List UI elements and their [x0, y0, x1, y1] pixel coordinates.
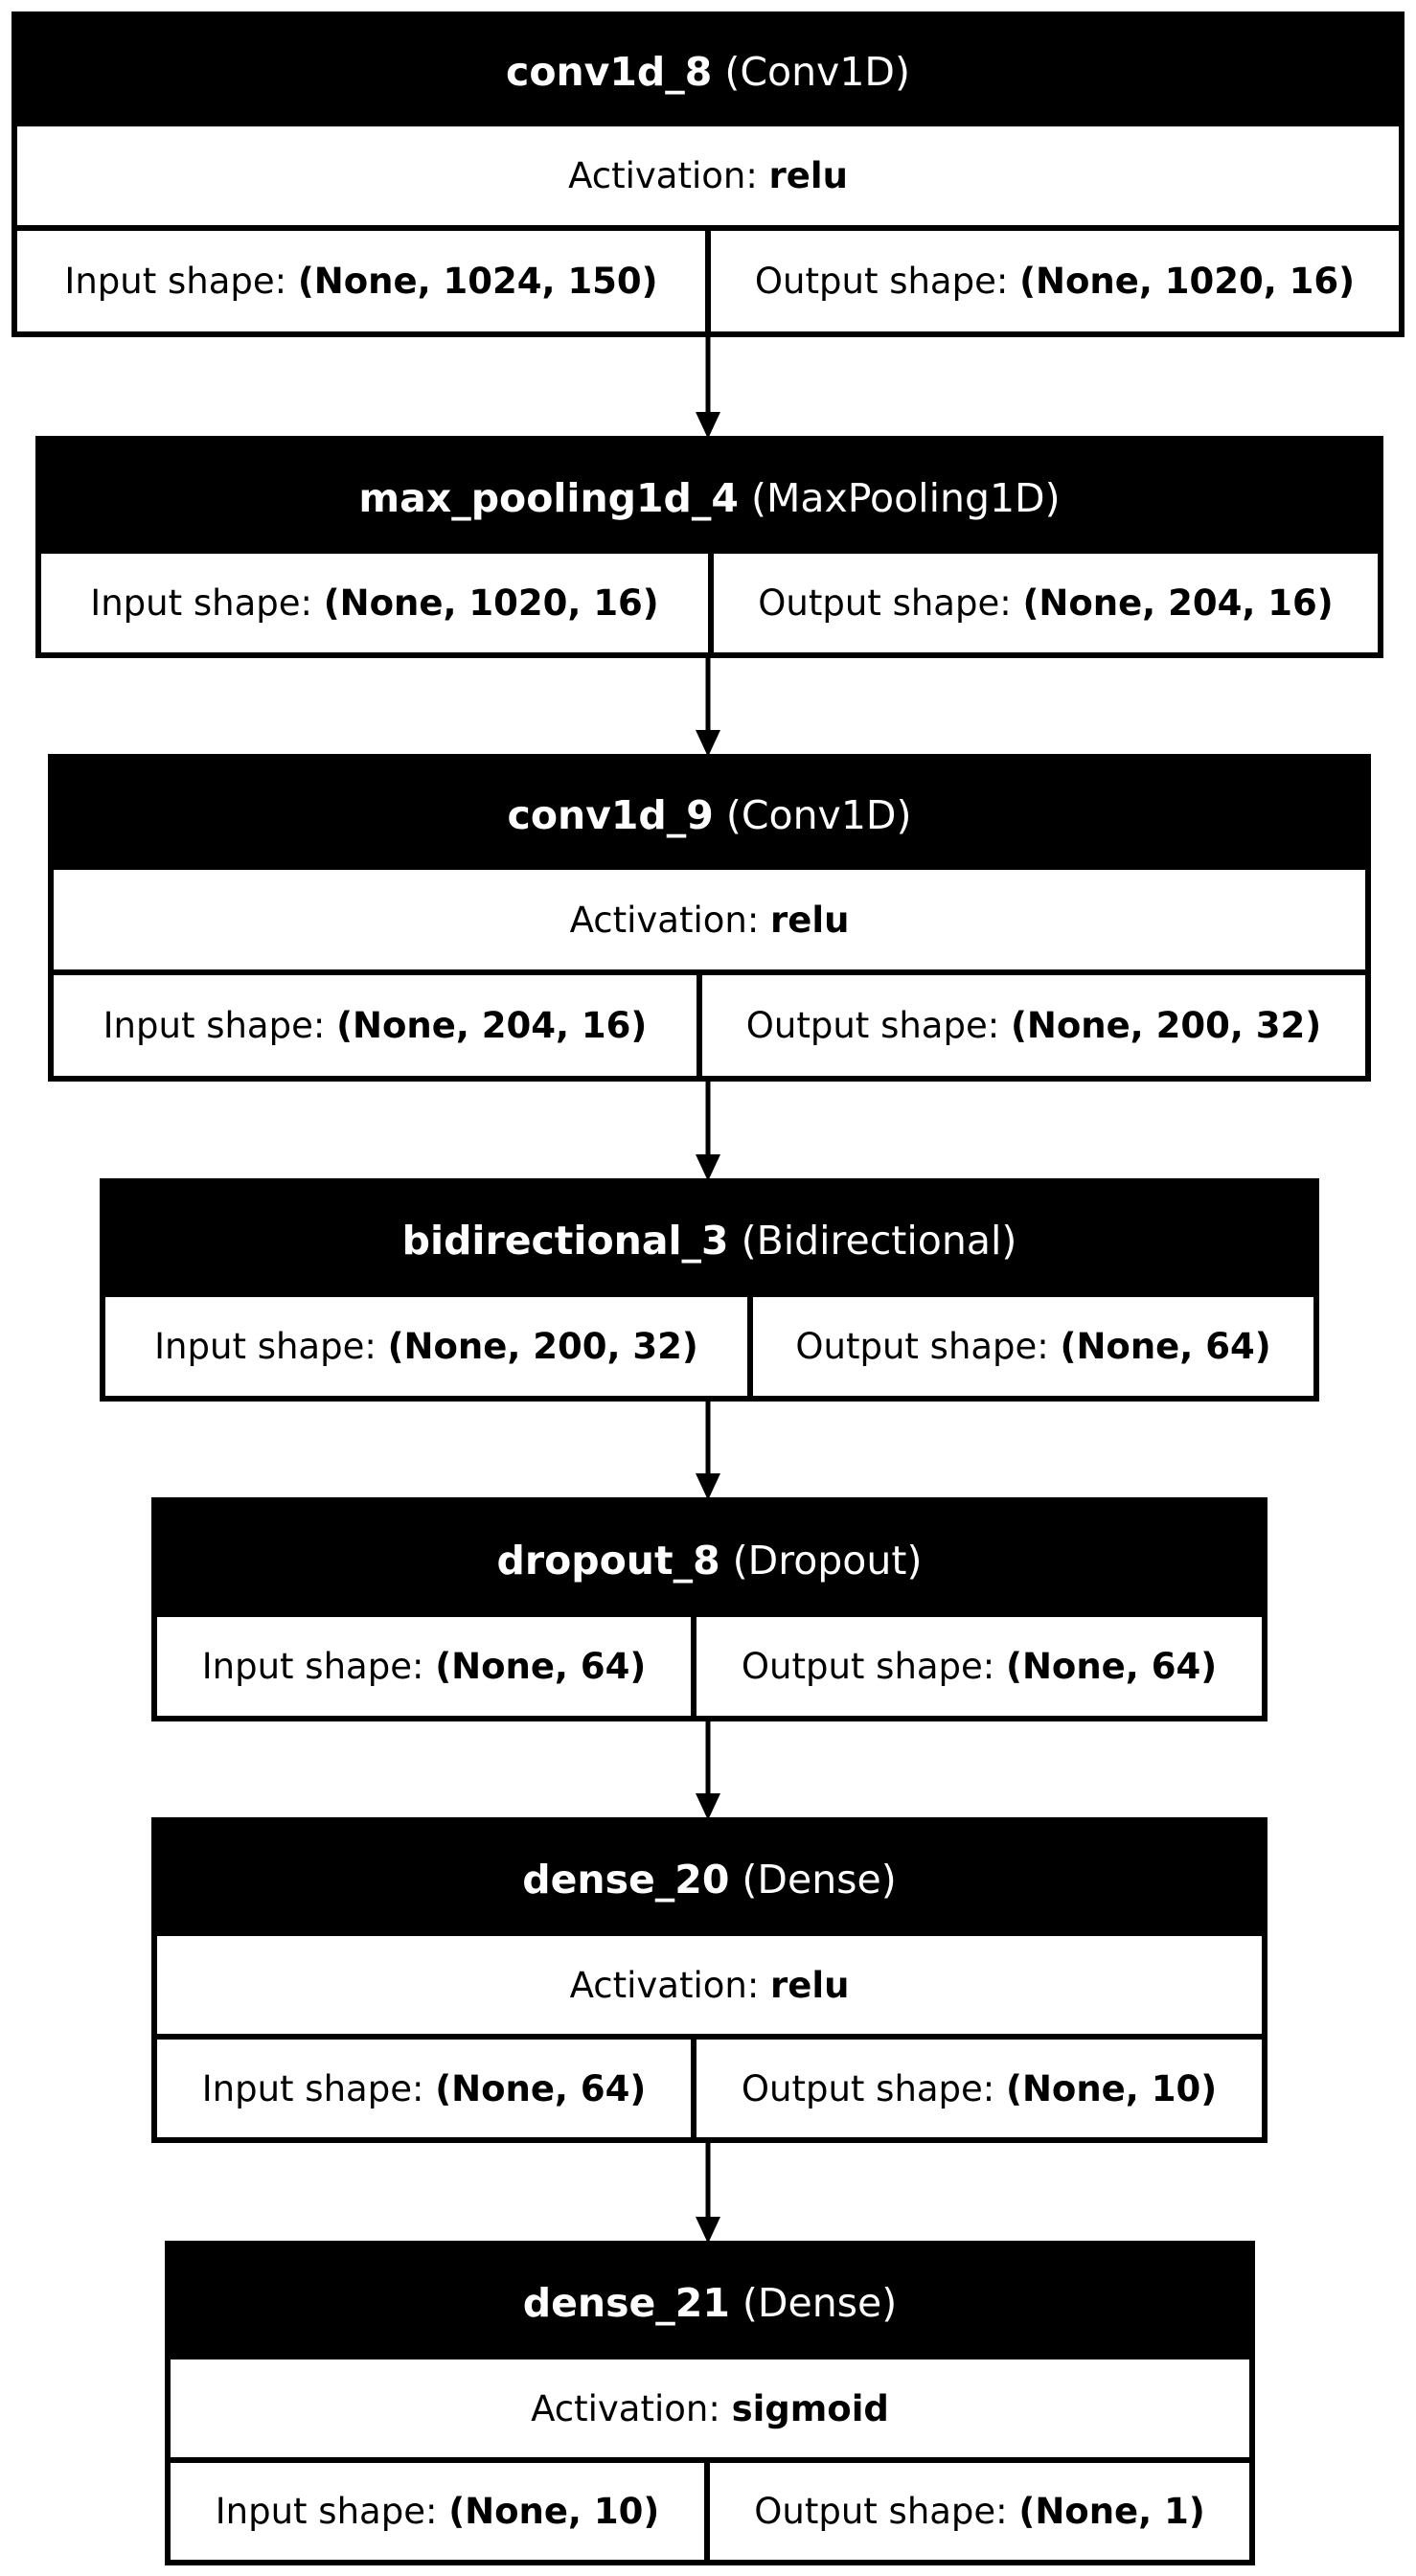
- output-shape-cell: Output shape: (None, 200, 32): [702, 975, 1365, 1076]
- output-shape-label: Output shape:: [754, 261, 1009, 302]
- layer-header: conv1d_8 (Conv1D): [17, 17, 1399, 126]
- layer-header: dropout_8 (Dropout): [157, 1503, 1262, 1617]
- output-shape-cell: Output shape: (None, 64): [697, 1617, 1262, 1716]
- output-shape-value: (None, 1): [1018, 2491, 1205, 2532]
- shape-row: Input shape: (None, 200, 32) Output shap…: [105, 1297, 1313, 1396]
- layer-type: (Dense): [742, 1857, 897, 1903]
- output-shape-label: Output shape:: [741, 1646, 995, 1687]
- input-shape-value: (None, 1024, 150): [297, 261, 658, 302]
- input-shape-value: (None, 10): [448, 2491, 660, 2532]
- output-shape-cell: Output shape: (None, 10): [697, 2040, 1262, 2137]
- input-shape-cell: Input shape: (None, 1020, 16): [41, 554, 714, 652]
- arrow-bidirectional_3-to-dropout_8: [696, 1400, 720, 1500]
- output-shape-label: Output shape:: [745, 1005, 1000, 1046]
- layer-dense_21: dense_21 (Dense) Activation: sigmoid Inp…: [165, 2241, 1255, 2565]
- layer-type: (Conv1D): [725, 791, 912, 838]
- output-shape-cell: Output shape: (None, 1): [710, 2463, 1249, 2560]
- layer-header: bidirectional_3 (Bidirectional): [105, 1184, 1313, 1297]
- activation-row: Activation: relu: [17, 126, 1399, 231]
- output-shape-value: (None, 10): [1006, 2067, 1218, 2109]
- layer-max_pooling1d_4: max_pooling1d_4 (MaxPooling1D) Input sha…: [35, 436, 1383, 658]
- output-shape-cell: Output shape: (None, 204, 16): [714, 554, 1378, 652]
- layer-header: dense_20 (Dense): [157, 1823, 1262, 1936]
- layer-type: (Dropout): [732, 1537, 923, 1584]
- output-shape-label: Output shape:: [758, 582, 1012, 624]
- shape-row: Input shape: (None, 64) Output shape: (N…: [157, 2040, 1262, 2137]
- layer-name: bidirectional_3: [401, 1218, 729, 1264]
- input-shape-cell: Input shape: (None, 200, 32): [105, 1297, 753, 1396]
- layer-type: (Dense): [742, 2280, 898, 2326]
- input-shape-value: (None, 1020, 16): [323, 582, 659, 624]
- layer-name: dense_20: [522, 1857, 730, 1903]
- input-shape-label: Input shape:: [215, 2491, 438, 2532]
- shape-row: Input shape: (None, 1020, 16) Output sha…: [41, 554, 1378, 652]
- layer-type: (Conv1D): [724, 49, 910, 95]
- layer-bidirectional_3: bidirectional_3 (Bidirectional) Input sh…: [100, 1178, 1319, 1402]
- activation-row: Activation: relu: [54, 870, 1365, 975]
- shape-row: Input shape: (None, 204, 16) Output shap…: [54, 975, 1365, 1076]
- output-shape-value: (None, 1020, 16): [1019, 261, 1356, 302]
- output-shape-value: (None, 64): [1060, 1326, 1271, 1367]
- output-shape-value: (None, 200, 32): [1010, 1005, 1322, 1046]
- input-shape-value: (None, 204, 16): [336, 1005, 648, 1046]
- input-shape-label: Input shape:: [154, 1326, 377, 1367]
- layer-header: max_pooling1d_4 (MaxPooling1D): [41, 442, 1378, 554]
- input-shape-label: Input shape:: [90, 582, 312, 624]
- arrow-conv1d_9-to-bidirectional_3: [696, 1080, 720, 1181]
- input-shape-label: Input shape:: [103, 1005, 326, 1046]
- activation-label: Activation:: [569, 1964, 760, 2006]
- layer-name: conv1d_9: [507, 791, 714, 838]
- input-shape-cell: Input shape: (None, 204, 16): [54, 975, 702, 1076]
- activation-label: Activation:: [531, 2387, 720, 2429]
- activation-value: sigmoid: [731, 2387, 889, 2429]
- shape-row: Input shape: (None, 64) Output shape: (N…: [157, 1617, 1262, 1716]
- input-shape-label: Input shape:: [64, 261, 287, 302]
- layer-conv1d_9: conv1d_9 (Conv1D) Activation: relu Input…: [48, 754, 1371, 1082]
- input-shape-value: (None, 64): [435, 2067, 647, 2109]
- input-shape-value: (None, 200, 32): [387, 1326, 698, 1367]
- input-shape-cell: Input shape: (None, 64): [157, 2040, 697, 2137]
- layer-dense_20: dense_20 (Dense) Activation: relu Input …: [151, 1817, 1268, 2143]
- layer-name: max_pooling1d_4: [358, 474, 739, 521]
- shape-row: Input shape: (None, 1024, 150) Output sh…: [17, 231, 1399, 331]
- arrow-dense_20-to-dense_21: [696, 2141, 720, 2244]
- input-shape-cell: Input shape: (None, 10): [171, 2463, 710, 2560]
- activation-row: Activation: relu: [157, 1936, 1262, 2040]
- activation-value: relu: [768, 155, 848, 196]
- activation-label: Activation:: [569, 899, 760, 941]
- input-shape-label: Input shape:: [201, 1646, 424, 1687]
- output-shape-label: Output shape:: [795, 1326, 1049, 1367]
- layer-name: dense_21: [522, 2280, 730, 2326]
- activation-value: relu: [770, 1964, 850, 2006]
- output-shape-cell: Output shape: (None, 1020, 16): [711, 231, 1399, 331]
- output-shape-label: Output shape:: [741, 2067, 995, 2109]
- input-shape-label: Input shape:: [201, 2067, 424, 2109]
- output-shape-label: Output shape:: [754, 2491, 1008, 2532]
- input-shape-cell: Input shape: (None, 64): [157, 1617, 697, 1716]
- output-shape-value: (None, 204, 16): [1022, 582, 1334, 624]
- activation-value: relu: [770, 899, 850, 941]
- layer-type: (Bidirectional): [741, 1218, 1017, 1264]
- shape-row: Input shape: (None, 10) Output shape: (N…: [171, 2463, 1249, 2560]
- activation-row: Activation: sigmoid: [171, 2359, 1249, 2463]
- arrow-conv1d_8-to-max_pooling1d_4: [696, 335, 720, 439]
- layer-type: (MaxPooling1D): [750, 474, 1061, 521]
- layer-name: conv1d_8: [506, 49, 713, 95]
- layer-dropout_8: dropout_8 (Dropout) Input shape: (None, …: [151, 1497, 1268, 1721]
- layer-header: conv1d_9 (Conv1D): [54, 760, 1365, 870]
- input-shape-value: (None, 64): [435, 1646, 647, 1687]
- layer-header: dense_21 (Dense): [171, 2246, 1249, 2359]
- input-shape-cell: Input shape: (None, 1024, 150): [17, 231, 711, 331]
- activation-label: Activation:: [568, 155, 758, 196]
- output-shape-value: (None, 64): [1006, 1646, 1218, 1687]
- output-shape-cell: Output shape: (None, 64): [753, 1297, 1313, 1396]
- layer-name: dropout_8: [496, 1537, 720, 1584]
- layer-conv1d_8: conv1d_8 (Conv1D) Activation: relu Input…: [11, 11, 1405, 337]
- arrow-dropout_8-to-dense_20: [696, 1720, 720, 1820]
- arrow-max_pooling1d_4-to-conv1d_9: [696, 656, 720, 757]
